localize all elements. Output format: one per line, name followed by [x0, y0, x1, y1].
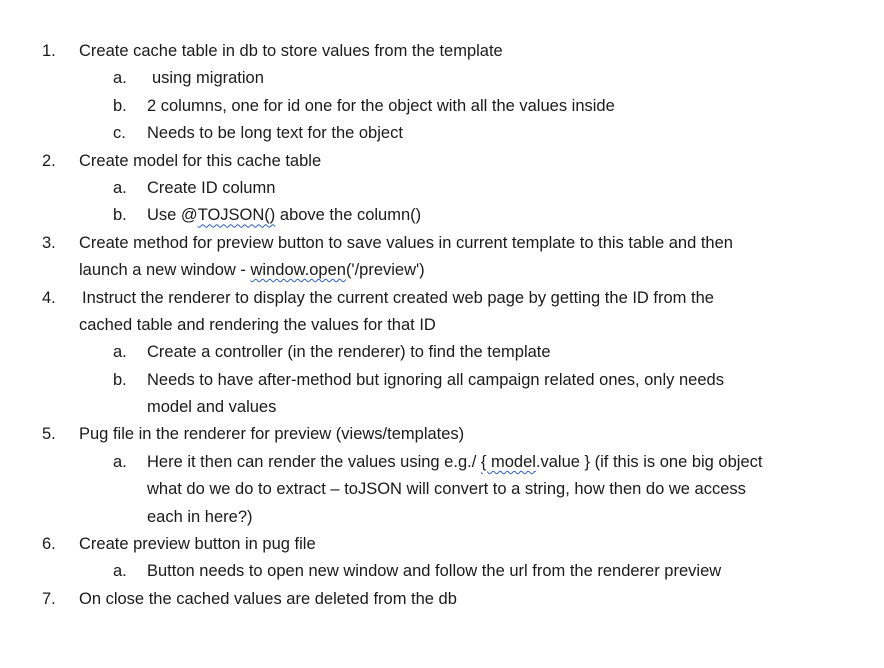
sub-list-item: b. Use @TOJSON() above the column() [0, 202, 884, 229]
spellcheck-underlined-text: window.open [250, 261, 346, 280]
list-item-text: Needs to be long text for the object [147, 124, 403, 143]
list-letter: b. [113, 370, 127, 389]
list-item-text: Instruct the renderer to display the cur… [82, 288, 714, 307]
document-body: 1. Create cache table in db to store val… [0, 38, 884, 613]
list-number: 7. [42, 589, 56, 608]
list-number: 1. [42, 42, 56, 60]
sub-list-item-continuation: each in here?) [0, 504, 884, 531]
sub-list-item-continuation: what do we do to extract – toJSON will c… [0, 476, 884, 503]
list-item: 3. Create method for preview button to s… [0, 230, 884, 257]
list-item-text: cached table and rendering the values fo… [79, 315, 436, 334]
list-item-text: launch a new window - window.open('/prev… [79, 257, 425, 284]
list-item-text: each in here?) [147, 507, 253, 526]
list-item-continuation: launch a new window - window.open('/prev… [0, 257, 884, 284]
list-item-text: Button needs to open new window and foll… [147, 562, 722, 581]
list-item: 6. Create preview button in pug file [0, 531, 884, 558]
sub-list-item: b. 2 columns, one for id one for the obj… [0, 93, 884, 120]
list-item-text: Create a controller (in the renderer) to… [147, 343, 551, 362]
sub-list-item: a. Here it then can render the values us… [0, 449, 884, 476]
list-item-text: Create ID column [147, 178, 276, 197]
list-letter: a. [113, 452, 127, 471]
list-letter: a. [113, 178, 127, 197]
list-item-text: 2 columns, one for id one for the object… [147, 96, 615, 115]
sub-list-item: c. Needs to be long text for the object [0, 120, 884, 147]
list-number: 2. [42, 151, 56, 170]
sub-list-item: b. Needs to have after-method but ignori… [0, 367, 884, 394]
list-item-text: Create model for this cache table [79, 151, 322, 170]
sub-list-item: a. using migration [0, 65, 884, 92]
text-segment: Use @ [147, 206, 198, 225]
list-item-text: using migration [152, 69, 264, 88]
list-item: 5. Pug file in the renderer for preview … [0, 421, 884, 448]
text-segment: ('/preview') [345, 261, 425, 280]
sub-list-item: a. Create ID column [0, 175, 884, 202]
list-item: 4. Instruct the renderer to display the … [0, 285, 884, 312]
sub-list-item-continuation: model and values [0, 394, 884, 421]
spellcheck-underlined-text: { model [480, 452, 536, 471]
list-letter: a. [113, 69, 127, 88]
list-item-text: what do we do to extract – toJSON will c… [147, 480, 746, 499]
list-letter: c. [113, 124, 126, 143]
list-item-text: Create method for preview button to save… [79, 233, 733, 252]
list-item-text: Needs to have after-method but ignoring … [147, 370, 724, 389]
text-segment: above the column() [275, 206, 422, 225]
list-number: 5. [42, 425, 56, 444]
list-item-text: Use @TOJSON() above the column() [147, 202, 421, 229]
list-item-text: Create cache table in db to store values… [79, 42, 503, 60]
list-item-text: model and values [147, 398, 277, 417]
text-segment: launch a new window - [79, 261, 251, 280]
list-letter: a. [113, 343, 127, 362]
list-number: 3. [42, 233, 56, 252]
list-item: 1. Create cache table in db to store val… [0, 38, 884, 65]
list-item-text: Here it then can render the values using… [147, 449, 762, 476]
list-letter: a. [113, 562, 127, 581]
list-item-text: On close the cached values are deleted f… [79, 589, 457, 608]
list-item-text: Pug file in the renderer for preview (vi… [79, 425, 465, 444]
sub-list-item: a. Create a controller (in the renderer)… [0, 339, 884, 366]
list-item: 7. On close the cached values are delete… [0, 586, 884, 613]
list-number: 4. [42, 288, 56, 307]
sub-list-item: a. Button needs to open new window and f… [0, 558, 884, 585]
list-item: 2. Create model for this cache table [0, 148, 884, 175]
text-segment: Here it then can render the values using… [147, 452, 481, 471]
list-item-text: Create preview button in pug file [79, 535, 316, 554]
list-item-continuation: cached table and rendering the values fo… [0, 312, 884, 339]
text-segment: .value } (if this is one big object [535, 452, 763, 471]
list-letter: b. [113, 206, 127, 225]
list-number: 6. [42, 535, 56, 554]
list-letter: b. [113, 96, 127, 115]
spellcheck-underlined-text: TOJSON() [197, 206, 276, 225]
